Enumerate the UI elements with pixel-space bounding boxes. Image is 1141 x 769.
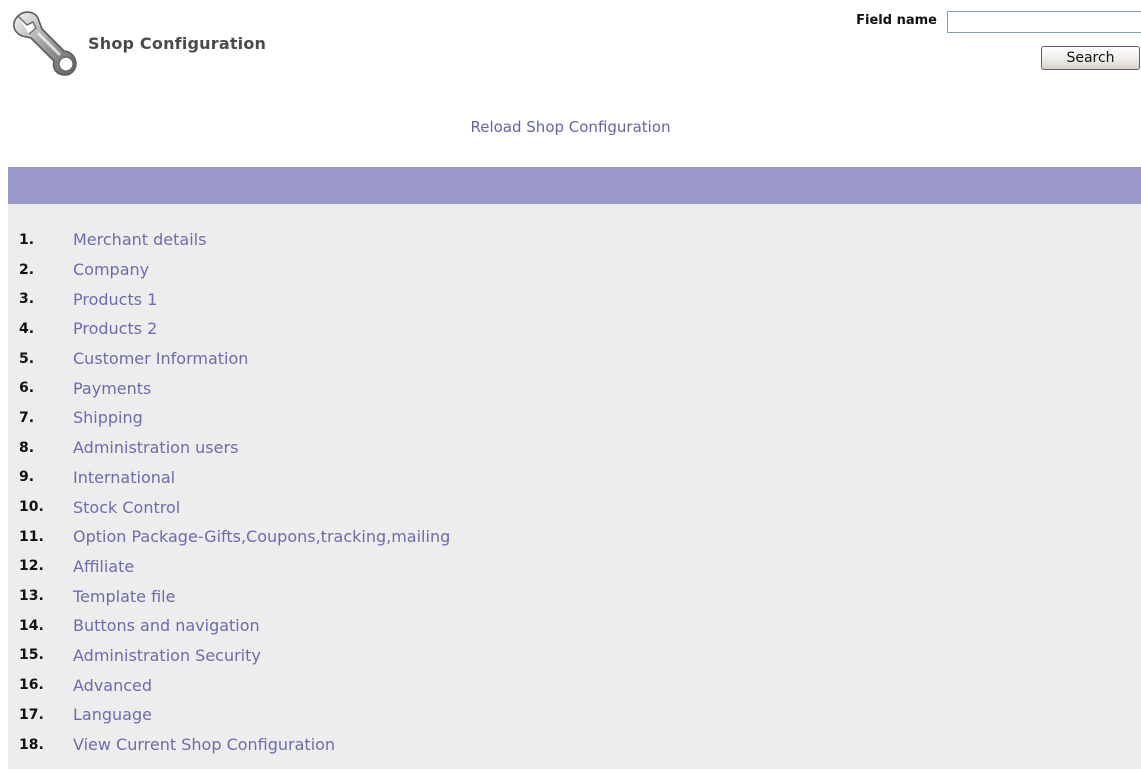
international-link[interactable]: International [73,468,175,487]
language-link[interactable]: Language [73,705,152,724]
menu-item-number: 10. [19,499,44,516]
menu-item-payments: 6. Payments [19,373,450,403]
option-package-link[interactable]: Option Package-Gifts,Coupons,tracking,ma… [73,527,450,546]
menu-item-number: 3. [19,291,35,308]
menu-item-number: 16. [19,677,44,694]
menu-item-number: 12. [19,558,44,575]
merchant-details-link[interactable]: Merchant details [73,230,206,249]
payments-link[interactable]: Payments [73,379,151,398]
field-name-input[interactable] [947,11,1141,33]
menu-item-administration-users: 8. Administration users [19,433,450,463]
menu-item-number: 2. [19,261,35,278]
wrench-icon [13,11,77,76]
menu-item-advanced: 16. Advanced [19,670,450,700]
menu-item-view-current-shop-configuration: 18. View Current Shop Configuration [19,730,450,760]
menu-item-stock-control: 10. Stock Control [19,492,450,522]
products-1-link[interactable]: Products 1 [73,290,157,309]
menu-item-shipping: 7. Shipping [19,403,450,433]
administration-security-link[interactable]: Administration Security [73,646,261,665]
section-header-bar [8,167,1141,204]
menu-item-customer-information: 5. Customer Information [19,344,450,374]
menu-item-number: 5. [19,350,35,367]
menu-item-number: 18. [19,736,44,753]
company-link[interactable]: Company [73,260,149,279]
menu-item-administration-security: 15. Administration Security [19,641,450,671]
menu-item-number: 4. [19,320,35,337]
stock-control-link[interactable]: Stock Control [73,498,180,517]
menu-item-language: 17. Language [19,700,450,730]
template-file-link[interactable]: Template file [73,587,175,606]
menu-item-merchant-details: 1. Merchant details [19,225,450,255]
menu-item-number: 9. [19,469,35,486]
menu-item-template-file: 13. Template file [19,581,450,611]
field-name-label: Field name [856,13,937,28]
customer-information-link[interactable]: Customer Information [73,349,248,368]
page-title: Shop Configuration [88,34,267,53]
menu-item-number: 15. [19,647,44,664]
menu-item-option-package: 11. Option Package-Gifts,Coupons,tracking… [19,522,450,552]
menu-item-buttons-and-navigation: 14. Buttons and navigation [19,611,450,641]
buttons-and-navigation-link[interactable]: Buttons and navigation [73,616,260,635]
menu-item-number: 7. [19,409,35,426]
page-header: Shop Configuration Field name Search [0,0,1141,110]
menu-item-number: 17. [19,706,44,723]
administration-users-link[interactable]: Administration users [73,438,238,457]
menu-item-number: 13. [19,588,44,605]
menu-item-number: 8. [19,439,35,456]
affiliate-link[interactable]: Affiliate [73,557,134,576]
menu-item-products-1: 3. Products 1 [19,284,450,314]
menu-item-international: 9. International [19,463,450,493]
field-search-form: Field name Search [821,8,1141,78]
menu-item-company: 2. Company [19,255,450,285]
menu-item-number: 14. [19,617,44,634]
shipping-link[interactable]: Shipping [73,408,143,427]
advanced-link[interactable]: Advanced [73,676,152,695]
configuration-menu: 1. Merchant details 2. Company 3. Products … [19,225,450,759]
search-button[interactable]: Search [1041,46,1140,70]
menu-item-products-2: 4. Products 2 [19,314,450,344]
menu-item-affiliate: 12. Affiliate [19,552,450,582]
menu-item-number: 11. [19,528,44,545]
menu-item-number: 6. [19,380,35,397]
menu-item-number: 1. [19,231,35,248]
reload-shop-configuration-link[interactable]: Reload Shop Configuration [0,118,1141,136]
view-current-shop-configuration-link[interactable]: View Current Shop Configuration [73,735,335,754]
products-2-link[interactable]: Products 2 [73,319,157,338]
